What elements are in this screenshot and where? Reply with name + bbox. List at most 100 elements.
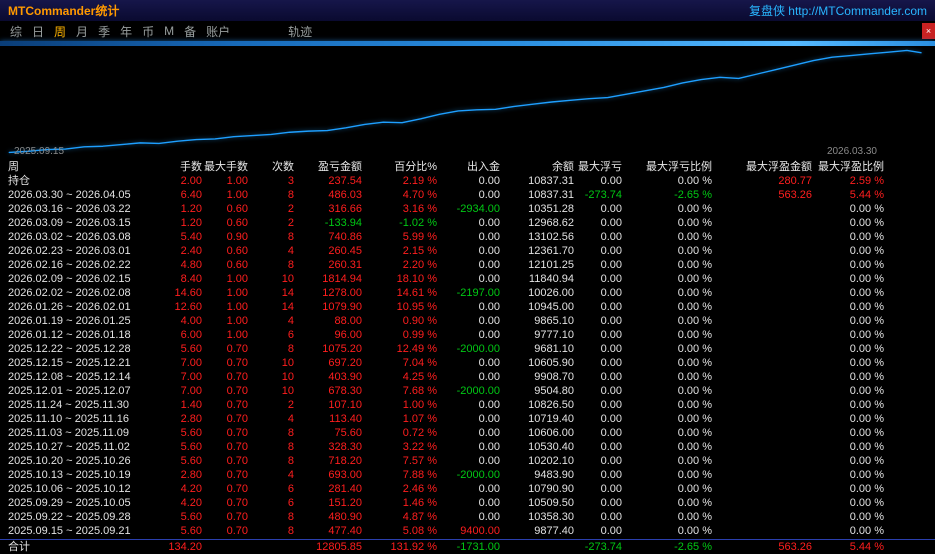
table-cell	[712, 426, 812, 440]
brand-link[interactable]: 复盘侠 http://MTCommander.com	[749, 2, 927, 19]
menu-item-周[interactable]: 周	[54, 23, 66, 40]
table-row[interactable]: 2026.03.09 ~ 2026.03.15 1.20 0.60 2 -133.94 -…	[0, 216, 935, 230]
table-row[interactable]: 2025.09.22 ~ 2025.09.28 5.60 0.70 8 480.90 4.…	[0, 510, 935, 524]
menu-item-日[interactable]: 日	[32, 23, 44, 40]
table-cell: 0.00 %	[677, 245, 712, 257]
table-cell: 1.20	[180, 217, 202, 229]
table-cell: 403.90	[328, 371, 362, 383]
menu-item-M[interactable]: M	[164, 24, 174, 38]
table-cell: 14.60	[174, 287, 202, 299]
table-row[interactable]: 2026.02.02 ~ 2026.02.08 14.60 1.00 14 1278.0…	[0, 286, 935, 300]
table-cell: 5.40	[180, 231, 202, 243]
table-cell	[712, 258, 812, 272]
table-cell: 1.46 %	[402, 497, 437, 509]
table-cell: 0.00	[600, 455, 622, 467]
table-cell: 0.00	[600, 413, 622, 425]
table-cell: -2000.00	[456, 343, 500, 355]
table-row[interactable]: 2025.12.22 ~ 2025.12.28 5.60 0.70 8 1075.20 1…	[0, 342, 935, 356]
table-cell: 260.45	[328, 245, 362, 257]
table-row[interactable]: 2026.02.09 ~ 2026.02.15 8.40 1.00 10 1814.94…	[0, 272, 935, 286]
table-row[interactable]: 2025.12.01 ~ 2025.12.07 7.00 0.70 10 678.30 7…	[0, 384, 935, 398]
table-row[interactable]: 2026.03.02 ~ 2026.03.08 5.40 0.90 8 740.86 5.…	[0, 230, 935, 244]
menu-item-月[interactable]: 月	[76, 23, 88, 40]
close-button[interactable]: ×	[922, 23, 935, 39]
menu-item-备[interactable]: 备	[184, 23, 196, 40]
menu-item-账户[interactable]: 账户	[206, 23, 230, 40]
table-cell: 4.20	[180, 483, 202, 495]
table-cell: 0.00 %	[849, 399, 884, 411]
table-row[interactable]: 2025.10.27 ~ 2025.11.02 5.60 0.70 8 328.30 3.…	[0, 440, 935, 454]
table-cell: 0.00	[478, 217, 500, 229]
table-cell: 0.00 %	[677, 385, 712, 397]
table-cell	[712, 286, 812, 300]
table-cell: 2.59 %	[849, 175, 884, 187]
table-cell: 0.70	[226, 427, 248, 439]
table-cell: 8	[287, 441, 294, 453]
menu-item-轨迹[interactable]: 轨迹	[288, 23, 312, 40]
table-cell: 2.15 %	[402, 245, 437, 257]
table-cell: 0.00 %	[849, 371, 884, 383]
table-cell: 最大浮亏	[578, 161, 622, 173]
table-cell: 3	[287, 175, 294, 187]
row-label: 2026.01.26 ~ 2026.02.01	[8, 301, 131, 313]
menu-item-季[interactable]: 季	[98, 23, 110, 40]
table-row[interactable]: 2025.09.29 ~ 2025.10.05 4.20 0.70 6 151.20 1.…	[0, 496, 935, 510]
table-row[interactable]: 2026.02.16 ~ 2026.02.22 4.80 0.60 8 260.31 2.…	[0, 258, 935, 272]
table-cell: 0.00	[600, 273, 622, 285]
table-row[interactable]: 2025.10.06 ~ 2025.10.12 4.20 0.70 6 281.40 2.…	[0, 482, 935, 496]
table-cell: 0.00	[600, 357, 622, 369]
menu-item-币[interactable]: 币	[142, 23, 154, 40]
table-cell: 3.22 %	[402, 441, 437, 453]
table-cell: 260.31	[328, 259, 362, 271]
table-cell: 1.00	[226, 287, 248, 299]
table-cell: 5.44 %	[849, 189, 884, 201]
table-row[interactable]: 2025.11.10 ~ 2025.11.16 2.80 0.70 4 113.40 1.…	[0, 412, 935, 426]
table-row[interactable]: 2026.02.23 ~ 2026.03.01 2.40 0.60 4 260.45 2.…	[0, 244, 935, 258]
table-cell: 0.00 %	[677, 301, 712, 313]
table-cell: 10351.28	[528, 203, 574, 215]
table-cell: 5.99 %	[402, 231, 437, 243]
table-cell: 4	[287, 315, 294, 327]
table-cell: 0.00	[478, 483, 500, 495]
table-row[interactable]: 2025.12.15 ~ 2025.12.21 7.00 0.70 10 697.20 7…	[0, 356, 935, 370]
table-cell: 0.90 %	[402, 315, 437, 327]
table-row[interactable]: 2025.12.08 ~ 2025.12.14 7.00 0.70 10 403.90 4…	[0, 370, 935, 384]
table-cell: 10719.40	[528, 413, 574, 425]
table-cell: 5.60	[180, 511, 202, 523]
table-cell: 10509.50	[528, 497, 574, 509]
table-row[interactable]: 2025.11.03 ~ 2025.11.09 5.60 0.70 8 75.60 0.7…	[0, 426, 935, 440]
table-row[interactable]: 持仓 2.00 1.00 3 237.54 2.19 % 0.00 10837.31 0.00 0…	[0, 174, 935, 188]
table-row[interactable]: 2026.01.26 ~ 2026.02.01 12.60 1.00 14 1079.9…	[0, 300, 935, 314]
table-row[interactable]: 2026.03.16 ~ 2026.03.22 1.20 0.60 2 316.66 3.…	[0, 202, 935, 216]
table-cell: 1.00	[226, 273, 248, 285]
table-row[interactable]: 2025.11.24 ~ 2025.11.30 1.40 0.70 2 107.10 1.…	[0, 398, 935, 412]
table-cell: 8	[287, 511, 294, 523]
table-cell: 14	[281, 301, 294, 313]
table-cell: 5.60	[180, 525, 202, 537]
table-cell: 1.00	[226, 175, 248, 187]
table-cell: 10790.90	[528, 483, 574, 495]
table-cell: 4.87 %	[402, 511, 437, 523]
menu-item-综[interactable]: 综	[10, 23, 22, 40]
table-cell: 7.00	[180, 357, 202, 369]
menu-item-年[interactable]: 年	[120, 23, 132, 40]
table-cell: 0.00 %	[677, 399, 712, 411]
table-cell: 0.00 %	[677, 371, 712, 383]
table-cell: 手数	[180, 161, 202, 173]
table-row[interactable]: 2026.01.19 ~ 2026.01.25 4.00 1.00 4 88.00 0.9…	[0, 314, 935, 328]
table-cell: 9483.90	[534, 469, 574, 481]
table-row[interactable]: 2025.10.13 ~ 2025.10.19 2.80 0.70 4 693.00 7.…	[0, 468, 935, 482]
table-row[interactable]: 2026.01.12 ~ 2026.01.18 6.00 1.00 6 96.00 0.9…	[0, 328, 935, 342]
table-row[interactable]: 2026.03.30 ~ 2026.04.05 6.40 1.00 8 486.03 4.…	[0, 188, 935, 202]
table-row[interactable]: 2025.09.15 ~ 2025.09.21 5.60 0.70 8 477.40 5.…	[0, 524, 935, 538]
table-cell: 0.00 %	[849, 441, 884, 453]
table-cell	[202, 540, 248, 554]
table-cell: 11840.94	[528, 273, 574, 285]
table-row[interactable]: 2025.10.20 ~ 2025.10.26 5.60 0.70 8 718.20 7.…	[0, 454, 935, 468]
table-cell: 6.40	[180, 189, 202, 201]
table-cell: 4.20	[180, 497, 202, 509]
table-cell: 2	[287, 203, 294, 215]
table-cell: 4.00	[180, 315, 202, 327]
table-cell: 0.00	[600, 525, 622, 537]
table-cell: 0.00 %	[849, 287, 884, 299]
